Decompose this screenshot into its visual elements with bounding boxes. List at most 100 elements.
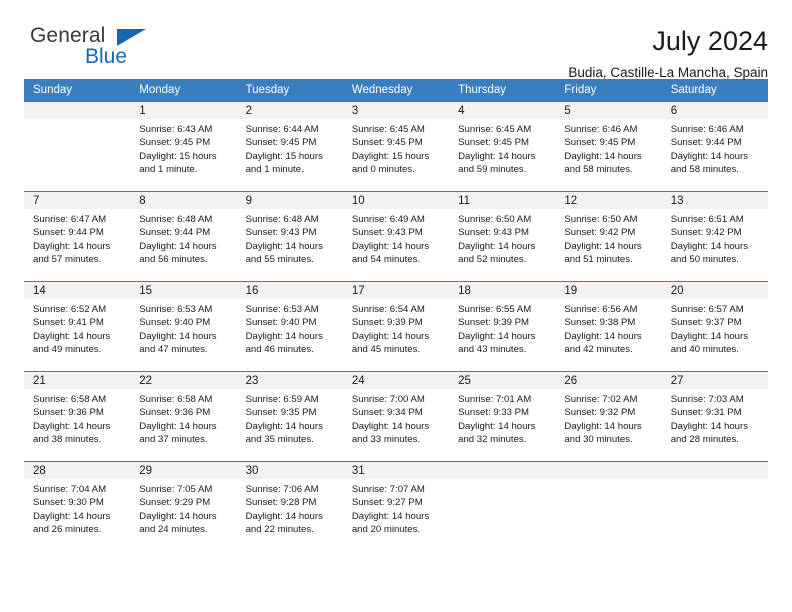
daylight-text-line2: and 56 minutes.: [139, 253, 208, 265]
daylight-text-line2: and 52 minutes.: [458, 253, 527, 265]
daylight-text-line2: and 38 minutes.: [33, 433, 102, 445]
sunrise-text: Sunrise: 6:50 AM: [458, 214, 532, 225]
sunrise-text: Sunrise: 6:58 AM: [139, 394, 213, 405]
calendar-week-row: 14 Sunrise: 6:52 AM Sunset: 9:41 PM Dayligh…: [24, 281, 768, 372]
daylight-text-line2: and 55 minutes.: [245, 253, 314, 265]
calendar-day-cell-empty: [449, 461, 556, 552]
day-number: 30: [236, 462, 343, 479]
daylight-text-line2: and 0 minutes.: [351, 163, 415, 175]
sunset-text: Sunset: 9:31 PM: [670, 407, 742, 419]
daylight-text-line1: Daylight: 14 hours: [351, 420, 430, 432]
calendar-day-cell-26[interactable]: 26 Sunrise: 7:02 AM Sunset: 9:32 PM Dayligh…: [555, 371, 662, 462]
sunset-text: Sunset: 9:33 PM: [458, 407, 530, 419]
sunset-text: Sunset: 9:36 PM: [139, 407, 211, 419]
day-details: Sunrise: 7:05 AM Sunset: 9:29 PM Daylight:…: [130, 479, 236, 536]
logo-text-blue: Blue: [85, 45, 128, 68]
day-details: Sunrise: 6:55 AM Sunset: 9:39 PM Daylight:…: [449, 299, 555, 356]
calendar-day-cell-21[interactable]: 21 Sunrise: 6:58 AM Sunset: 9:36 PM Dayligh…: [24, 371, 131, 462]
calendar-day-cell-22[interactable]: 22 Sunrise: 6:58 AM Sunset: 9:36 PM Dayligh…: [130, 371, 237, 462]
daylight-text-line2: and 32 minutes.: [458, 433, 527, 445]
calendar-day-cell-23[interactable]: 23 Sunrise: 6:59 AM Sunset: 9:35 PM Dayligh…: [236, 371, 343, 462]
general-blue-logo[interactable]: General Blue: [24, 24, 174, 70]
sunset-text: Sunset: 9:29 PM: [139, 497, 211, 509]
day-details: Sunrise: 7:06 AM Sunset: 9:28 PM Daylight:…: [237, 479, 343, 536]
calendar-day-cell-11[interactable]: 11 Sunrise: 6:50 AM Sunset: 9:43 PM Dayligh…: [449, 191, 556, 282]
sunset-text: Sunset: 9:40 PM: [139, 317, 211, 329]
calendar-day-cell-19[interactable]: 19 Sunrise: 6:56 AM Sunset: 9:38 PM Dayligh…: [555, 281, 662, 372]
calendar-week-row: 1 Sunrise: 6:43 AM Sunset: 9:45 PM Daylight…: [24, 101, 768, 192]
daylight-text-line1: Daylight: 14 hours: [139, 420, 217, 432]
day-number: [449, 462, 556, 479]
calendar-day-cell-28[interactable]: 28 Sunrise: 7:04 AM Sunset: 9:30 PM Dayligh…: [24, 461, 131, 552]
sunset-text: Sunset: 9:42 PM: [564, 227, 636, 239]
daylight-text-line2: and 49 minutes.: [33, 343, 102, 355]
calendar-day-cell-16[interactable]: 16 Sunrise: 6:53 AM Sunset: 9:40 PM Dayligh…: [236, 281, 343, 372]
calendar-day-cell-30[interactable]: 30 Sunrise: 7:06 AM Sunset: 9:28 PM Dayligh…: [236, 461, 343, 552]
calendar-day-cell-5[interactable]: 5 Sunrise: 6:46 AM Sunset: 9:45 PM Daylight…: [555, 101, 662, 192]
sunset-text: Sunset: 9:34 PM: [351, 407, 423, 419]
sunrise-text: Sunrise: 7:00 AM: [351, 394, 425, 405]
calendar-day-cell-12[interactable]: 12 Sunrise: 6:50 AM Sunset: 9:42 PM Dayligh…: [555, 191, 662, 282]
day-details: Sunrise: 6:47 AM Sunset: 9:44 PM Daylight:…: [24, 209, 130, 266]
calendar-day-cell-3[interactable]: 3 Sunrise: 6:45 AM Sunset: 9:45 PM Daylight…: [342, 101, 450, 192]
day-details: Sunrise: 6:57 AM Sunset: 9:37 PM Daylight:…: [662, 299, 768, 356]
calendar-day-cell-14[interactable]: 14 Sunrise: 6:52 AM Sunset: 9:41 PM Dayligh…: [24, 281, 131, 372]
calendar-week-row: 7 Sunrise: 6:47 AM Sunset: 9:44 PM Daylight…: [24, 191, 768, 282]
calendar-day-cell-10[interactable]: 10 Sunrise: 6:49 AM Sunset: 9:43 PM Dayligh…: [342, 191, 450, 282]
daylight-text-line1: Daylight: 14 hours: [564, 240, 642, 252]
daylight-text-line2: and 51 minutes.: [564, 253, 633, 265]
day-details: Sunrise: 6:54 AM Sunset: 9:39 PM Daylight:…: [343, 299, 449, 356]
day-details: Sunrise: 6:56 AM Sunset: 9:38 PM Daylight:…: [555, 299, 661, 356]
calendar-day-cell-1[interactable]: 1 Sunrise: 6:43 AM Sunset: 9:45 PM Daylight…: [130, 101, 237, 192]
calendar-day-cell-17[interactable]: 17 Sunrise: 6:54 AM Sunset: 9:39 PM Dayligh…: [342, 281, 450, 372]
calendar-day-cell-25[interactable]: 25 Sunrise: 7:01 AM Sunset: 9:33 PM Dayligh…: [449, 371, 556, 462]
day-details: Sunrise: 6:44 AM Sunset: 9:45 PM Daylight:…: [237, 119, 343, 176]
day-number: 4: [449, 102, 556, 119]
sunrise-text: Sunrise: 6:53 AM: [245, 304, 319, 315]
daylight-text-line2: and 20 minutes.: [351, 523, 421, 535]
calendar-day-cell-7[interactable]: 7 Sunrise: 6:47 AM Sunset: 9:44 PM Daylight…: [24, 191, 131, 282]
calendar-day-cell-24[interactable]: 24 Sunrise: 7:00 AM Sunset: 9:34 PM Dayligh…: [342, 371, 450, 462]
daylight-text-line1: Daylight: 14 hours: [564, 150, 642, 162]
daylight-text-line1: Daylight: 14 hours: [458, 330, 536, 342]
sunset-text: Sunset: 9:45 PM: [245, 137, 317, 149]
calendar-day-cell-20[interactable]: 20 Sunrise: 6:57 AM Sunset: 9:37 PM Dayligh…: [661, 281, 768, 372]
sunset-text: Sunset: 9:30 PM: [33, 497, 104, 509]
day-number: 31: [342, 462, 450, 479]
sunrise-text: Sunrise: 6:56 AM: [564, 304, 638, 315]
day-details: Sunrise: 6:52 AM Sunset: 9:41 PM Daylight:…: [24, 299, 130, 356]
day-number: 18: [449, 282, 556, 299]
daylight-text-line2: and 24 minutes.: [139, 523, 208, 535]
calendar-day-cell-29[interactable]: 29 Sunrise: 7:05 AM Sunset: 9:29 PM Dayligh…: [130, 461, 237, 552]
day-details: Sunrise: 6:45 AM Sunset: 9:45 PM Daylight:…: [449, 119, 555, 176]
calendar-day-cell-27[interactable]: 27 Sunrise: 7:03 AM Sunset: 9:31 PM Dayligh…: [661, 371, 768, 462]
calendar-day-cell-8[interactable]: 8 Sunrise: 6:48 AM Sunset: 9:44 PM Daylight…: [130, 191, 237, 282]
daylight-text-line1: Daylight: 15 hours: [139, 150, 217, 162]
day-number: 15: [130, 282, 237, 299]
day-number: 25: [449, 372, 556, 389]
day-details: Sunrise: 6:58 AM Sunset: 9:36 PM Daylight:…: [24, 389, 130, 446]
weekday-header-thursday: Thursday: [449, 79, 556, 102]
calendar-day-cell-9[interactable]: 9 Sunrise: 6:48 AM Sunset: 9:43 PM Daylight…: [236, 191, 343, 282]
day-number: 14: [24, 282, 131, 299]
daylight-text-line2: and 58 minutes.: [564, 163, 633, 175]
daylight-text-line2: and 37 minutes.: [139, 433, 208, 445]
sunset-text: Sunset: 9:40 PM: [245, 317, 317, 329]
daylight-text-line1: Daylight: 14 hours: [351, 240, 430, 252]
day-number: 20: [661, 282, 768, 299]
day-details: Sunrise: 7:04 AM Sunset: 9:30 PM Daylight:…: [24, 479, 130, 536]
sunrise-text: Sunrise: 6:51 AM: [670, 214, 744, 225]
sunrise-text: Sunrise: 6:48 AM: [245, 214, 319, 225]
calendar-day-cell-4[interactable]: 4 Sunrise: 6:45 AM Sunset: 9:45 PM Daylight…: [449, 101, 556, 192]
calendar-day-cell-6[interactable]: 6 Sunrise: 6:46 AM Sunset: 9:44 PM Daylight…: [661, 101, 768, 192]
calendar-day-cell-18[interactable]: 18 Sunrise: 6:55 AM Sunset: 9:39 PM Dayligh…: [449, 281, 556, 372]
calendar-body: 1 Sunrise: 6:43 AM Sunset: 9:45 PM Daylight…: [24, 101, 768, 552]
calendar-day-cell-15[interactable]: 15 Sunrise: 6:53 AM Sunset: 9:40 PM Dayligh…: [130, 281, 237, 372]
calendar-day-cell-13[interactable]: 13 Sunrise: 6:51 AM Sunset: 9:42 PM Dayligh…: [661, 191, 768, 282]
day-number: 21: [24, 372, 131, 389]
calendar-day-cell-31[interactable]: 31 Sunrise: 7:07 AM Sunset: 9:27 PM Dayligh…: [342, 461, 450, 552]
calendar-day-cell-2[interactable]: 2 Sunrise: 6:44 AM Sunset: 9:45 PM Daylight…: [236, 101, 343, 192]
calendar-week-row: 21 Sunrise: 6:58 AM Sunset: 9:36 PM Dayligh…: [24, 371, 768, 462]
page-subtitle: Budia, Castille-La Mancha, Spain: [568, 65, 768, 81]
sunrise-text: Sunrise: 6:46 AM: [670, 124, 744, 135]
